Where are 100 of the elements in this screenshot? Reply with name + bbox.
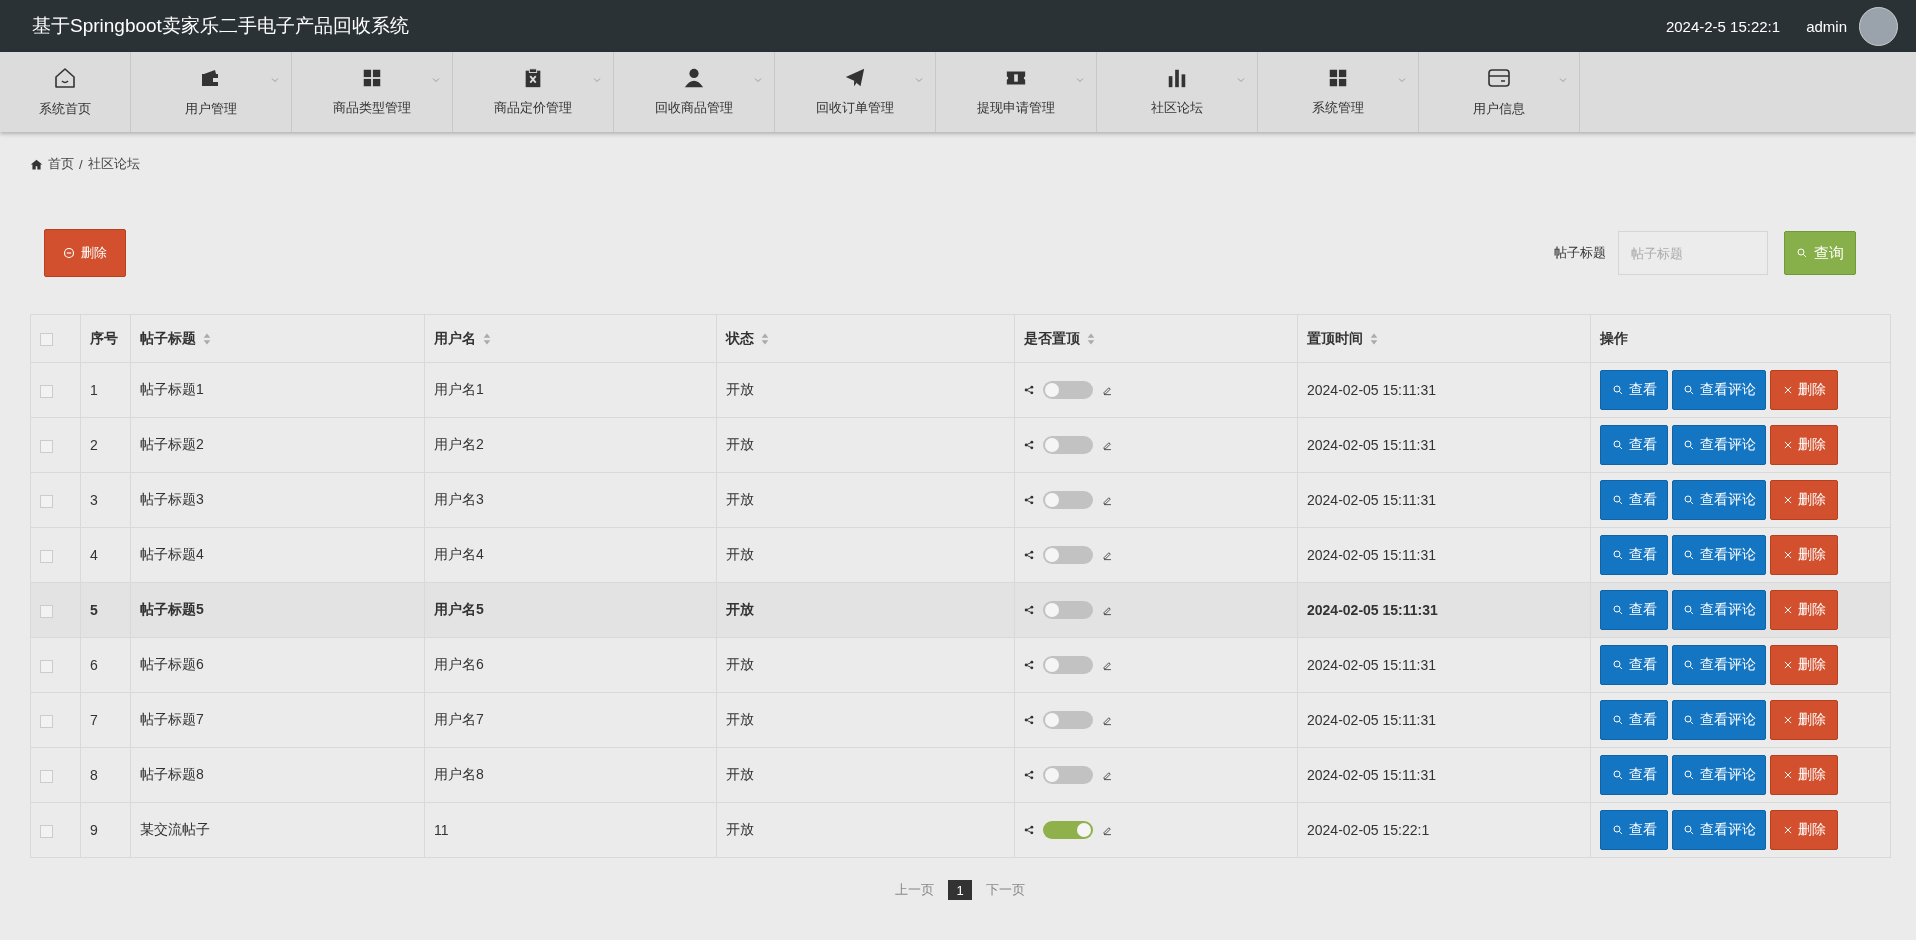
view-button[interactable]: 查看 bbox=[1600, 480, 1668, 520]
close-icon bbox=[1782, 495, 1793, 505]
row-checkbox[interactable] bbox=[40, 384, 53, 398]
nav-item[interactable]: 社区论坛 bbox=[1097, 52, 1258, 132]
view-comments-button[interactable]: 查看评论 bbox=[1672, 700, 1766, 740]
table-row[interactable]: 8 帖子标题8 用户名8 开放 2024-02-05 15:11:31 查看 查看评论 删除 bbox=[30, 747, 1891, 803]
delete-button[interactable]: 删除 bbox=[1770, 370, 1838, 410]
view-comments-button[interactable]: 查看评论 bbox=[1672, 535, 1766, 575]
view-comments-button[interactable]: 查看评论 bbox=[1672, 480, 1766, 520]
table-row[interactable]: 9 某交流帖子 11 开放 2024-02-05 15:22:1 查看 查看评论 删除 bbox=[30, 802, 1891, 858]
view-button[interactable]: 查看 bbox=[1600, 700, 1668, 740]
nav-item[interactable]: 回收商品管理 bbox=[614, 52, 775, 132]
table-row[interactable]: 1 帖子标题1 用户名1 开放 2024-02-05 15:11:31 查看 查看评论 删除 bbox=[30, 362, 1891, 418]
search-icon bbox=[1611, 604, 1624, 616]
view-comments-button[interactable]: 查看评论 bbox=[1672, 810, 1766, 850]
nav-item[interactable]: 商品定价管理 bbox=[453, 52, 614, 132]
view-button[interactable]: 查看 bbox=[1600, 535, 1668, 575]
delete-button[interactable]: 删除 bbox=[1770, 700, 1838, 740]
view-button[interactable]: 查看 bbox=[1600, 810, 1668, 850]
nav-item[interactable]: 系统管理 bbox=[1258, 52, 1419, 132]
nav-item[interactable]: 回收订单管理 bbox=[775, 52, 936, 132]
search-icon bbox=[1682, 769, 1695, 781]
pencil-icon bbox=[1102, 439, 1113, 451]
pencil-icon bbox=[1102, 549, 1113, 561]
view-button[interactable]: 查看 bbox=[1600, 755, 1668, 795]
status-text: 开放 bbox=[726, 381, 754, 397]
pin-toggle-switch[interactable] bbox=[1043, 381, 1093, 399]
pin-toggle-switch[interactable] bbox=[1043, 821, 1093, 839]
pin-toggle-switch[interactable] bbox=[1043, 491, 1093, 509]
sort-icon bbox=[202, 331, 212, 346]
delete-button[interactable]: 删除 bbox=[44, 229, 126, 277]
nav-item[interactable]: 系统首页 bbox=[0, 52, 131, 132]
table-row[interactable]: 6 帖子标题6 用户名6 开放 2024-02-05 15:11:31 查看 查看评论 删除 bbox=[30, 637, 1891, 693]
delete-button[interactable]: 删除 bbox=[1770, 810, 1838, 850]
status-text: 开放 bbox=[726, 711, 754, 727]
pencil-icon bbox=[1102, 769, 1113, 781]
pin-toggle-switch[interactable] bbox=[1043, 711, 1093, 729]
view-button[interactable]: 查看 bbox=[1600, 370, 1668, 410]
row-checkbox[interactable] bbox=[40, 824, 53, 838]
column-header[interactable]: 是否置顶 bbox=[1024, 329, 1096, 348]
pin-time: 2024-02-05 15:11:31 bbox=[1307, 382, 1436, 398]
query-button[interactable]: 查询 bbox=[1784, 231, 1856, 275]
select-all-checkbox[interactable] bbox=[40, 333, 53, 347]
pin-toggle-switch[interactable] bbox=[1043, 601, 1093, 619]
row-checkbox[interactable] bbox=[40, 439, 53, 453]
delete-button[interactable]: 删除 bbox=[1770, 425, 1838, 465]
table-row[interactable]: 2 帖子标题2 用户名2 开放 2024-02-05 15:11:31 查看 查看评论 删除 bbox=[30, 417, 1891, 473]
view-button[interactable]: 查看 bbox=[1600, 590, 1668, 630]
pin-toggle-switch[interactable] bbox=[1043, 436, 1093, 454]
row-checkbox[interactable] bbox=[40, 549, 53, 563]
view-comments-button[interactable]: 查看评论 bbox=[1672, 590, 1766, 630]
view-comments-button[interactable]: 查看评论 bbox=[1672, 425, 1766, 465]
view-button[interactable]: 查看 bbox=[1600, 425, 1668, 465]
page-number[interactable]: 1 bbox=[948, 880, 972, 900]
column-header[interactable]: 帖子标题 bbox=[140, 329, 212, 348]
breadcrumb-item[interactable]: 首页 bbox=[48, 155, 74, 173]
column-header[interactable]: 置顶时间 bbox=[1307, 329, 1379, 348]
search-icon bbox=[1682, 549, 1695, 561]
delete-button[interactable]: 删除 bbox=[1770, 590, 1838, 630]
nav-item[interactable]: 商品类型管理 bbox=[292, 52, 453, 132]
post-title: 某交流帖子 bbox=[140, 821, 210, 837]
status-text: 开放 bbox=[726, 601, 754, 617]
search-field[interactable]: 帖子标题 bbox=[1618, 231, 1768, 275]
row-checkbox[interactable] bbox=[40, 769, 53, 783]
row-checkbox[interactable] bbox=[40, 659, 53, 673]
row-number: 3 bbox=[90, 492, 98, 508]
grid-icon bbox=[1327, 67, 1349, 89]
column-header[interactable]: 用户名 bbox=[434, 329, 492, 348]
view-comments-button[interactable]: 查看评论 bbox=[1672, 370, 1766, 410]
pin-toggle-switch[interactable] bbox=[1043, 766, 1093, 784]
delete-button[interactable]: 删除 bbox=[1770, 645, 1838, 685]
pin-toggle-switch[interactable] bbox=[1043, 656, 1093, 674]
delete-button[interactable]: 删除 bbox=[1770, 535, 1838, 575]
user-name[interactable]: admin bbox=[1806, 17, 1847, 35]
row-checkbox[interactable] bbox=[40, 714, 53, 728]
close-icon bbox=[1782, 550, 1793, 560]
grid-icon bbox=[361, 67, 383, 89]
user-avatar[interactable] bbox=[1859, 6, 1898, 46]
table-row[interactable]: 7 帖子标题7 用户名7 开放 2024-02-05 15:11:31 查看 查看评论 删除 bbox=[30, 692, 1891, 748]
status-text: 开放 bbox=[726, 491, 754, 507]
nav-item[interactable]: 用户管理 bbox=[131, 52, 292, 132]
table-row[interactable]: 3 帖子标题3 用户名3 开放 2024-02-05 15:11:31 查看 查看评论 删除 bbox=[30, 472, 1891, 528]
nav-item[interactable]: 用户信息 bbox=[1419, 52, 1580, 132]
post-title: 帖子标题5 bbox=[140, 601, 204, 617]
nav-item[interactable]: 提现申请管理 bbox=[936, 52, 1097, 132]
row-checkbox[interactable] bbox=[40, 494, 53, 508]
user-name: 用户名4 bbox=[434, 546, 484, 562]
close-icon bbox=[1782, 715, 1793, 725]
table-row[interactable]: 4 帖子标题4 用户名4 开放 2024-02-05 15:11:31 查看 查看评论 删除 bbox=[30, 527, 1891, 583]
view-comments-button[interactable]: 查看评论 bbox=[1672, 645, 1766, 685]
app-title: 基于Springboot卖家乐二手电子产品回收系统 bbox=[32, 14, 410, 38]
row-checkbox[interactable] bbox=[40, 604, 53, 618]
pin-toggle-switch[interactable] bbox=[1043, 546, 1093, 564]
post-title: 帖子标题2 bbox=[140, 436, 204, 452]
delete-button[interactable]: 删除 bbox=[1770, 480, 1838, 520]
view-button[interactable]: 查看 bbox=[1600, 645, 1668, 685]
column-header[interactable]: 状态 bbox=[726, 329, 770, 348]
table-row[interactable]: 5 帖子标题5 用户名5 开放 2024-02-05 15:11:31 查看 查看评论 删除 bbox=[30, 582, 1891, 638]
view-comments-button[interactable]: 查看评论 bbox=[1672, 755, 1766, 795]
delete-button[interactable]: 删除 bbox=[1770, 755, 1838, 795]
